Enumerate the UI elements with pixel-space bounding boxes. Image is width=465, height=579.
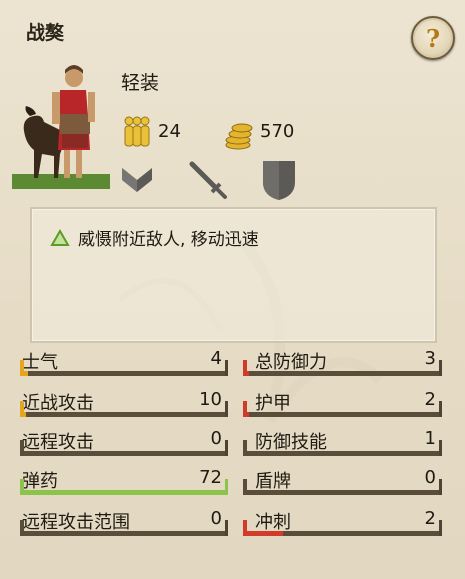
unit-info-panel: 战獒 ? 轻装 24 570 威慑附近敌人, 移动迅速 士气 4 近战攻击 10… [0,0,465,579]
description-box: 威慑附近敌人, 移动迅速 [30,207,437,343]
stat-value: 0 [210,508,222,529]
stat-value: 0 [424,467,436,488]
stat-bar-cap [243,401,247,417]
unit-cost: 570 [260,121,295,142]
unit-portrait [12,65,110,189]
stat-bar-cap [20,479,24,495]
stat-row-total-defence: 总防御力 3 [243,348,442,376]
stat-row-melee-attack: 近战攻击 10 [20,389,228,417]
stat-bar-cap [20,520,24,536]
stat-row-ammunition: 弹药 72 [20,467,228,495]
stat-bar-cap [243,360,247,376]
stat-value: 2 [424,508,436,529]
stat-bar-cap [20,360,24,376]
stat-bar [243,451,442,456]
stat-bar [243,371,442,376]
soldiers-icon [124,116,150,147]
soldier-count: 24 [158,121,181,142]
stat-value: 1 [424,428,436,449]
stat-row-charge: 冲刺 2 [243,508,442,536]
stat-row-missile-attack: 远程攻击 0 [20,428,228,456]
unit-title: 战獒 [26,22,65,44]
stat-bar-cap [243,520,247,536]
stat-bar-fill [243,531,283,536]
trait-text: 威慑附近敌人, 移动迅速 [78,230,259,250]
stat-bar [20,451,228,456]
stat-value: 10 [199,389,222,410]
stat-value: 0 [210,428,222,449]
stat-bar-cap [20,440,24,456]
stat-row-defence-skill: 防御技能 1 [243,428,442,456]
stat-bar [20,371,228,376]
stat-row-missile-range: 远程攻击范围 0 [20,508,228,536]
stat-bar-cap [243,440,247,456]
stat-value: 3 [424,348,436,369]
stat-value: 2 [424,389,436,410]
stat-bar [20,412,228,417]
stat-value: 4 [210,348,222,369]
trait-line: 威慑附近敌人, 移动迅速 [50,225,259,250]
stat-row-morale: 士气 4 [20,348,228,376]
stat-row-shield: 盾牌 0 [243,467,442,495]
chevron-icon [122,168,152,192]
shield-icon [263,161,295,200]
stat-bar [243,412,442,417]
sword-icon [189,161,227,199]
triangle-outline-icon [50,228,70,246]
stat-row-armour: 护甲 2 [243,389,442,417]
help-button[interactable]: ? [411,16,455,60]
gold-coins-icon [225,123,253,150]
stat-bar-fill [20,490,228,495]
unit-class-label: 轻装 [121,72,160,94]
stat-bar [20,531,228,536]
stat-value: 72 [199,467,222,488]
stat-bar-cap [20,401,24,417]
stat-bar [243,490,442,495]
stat-bar-cap [243,479,247,495]
